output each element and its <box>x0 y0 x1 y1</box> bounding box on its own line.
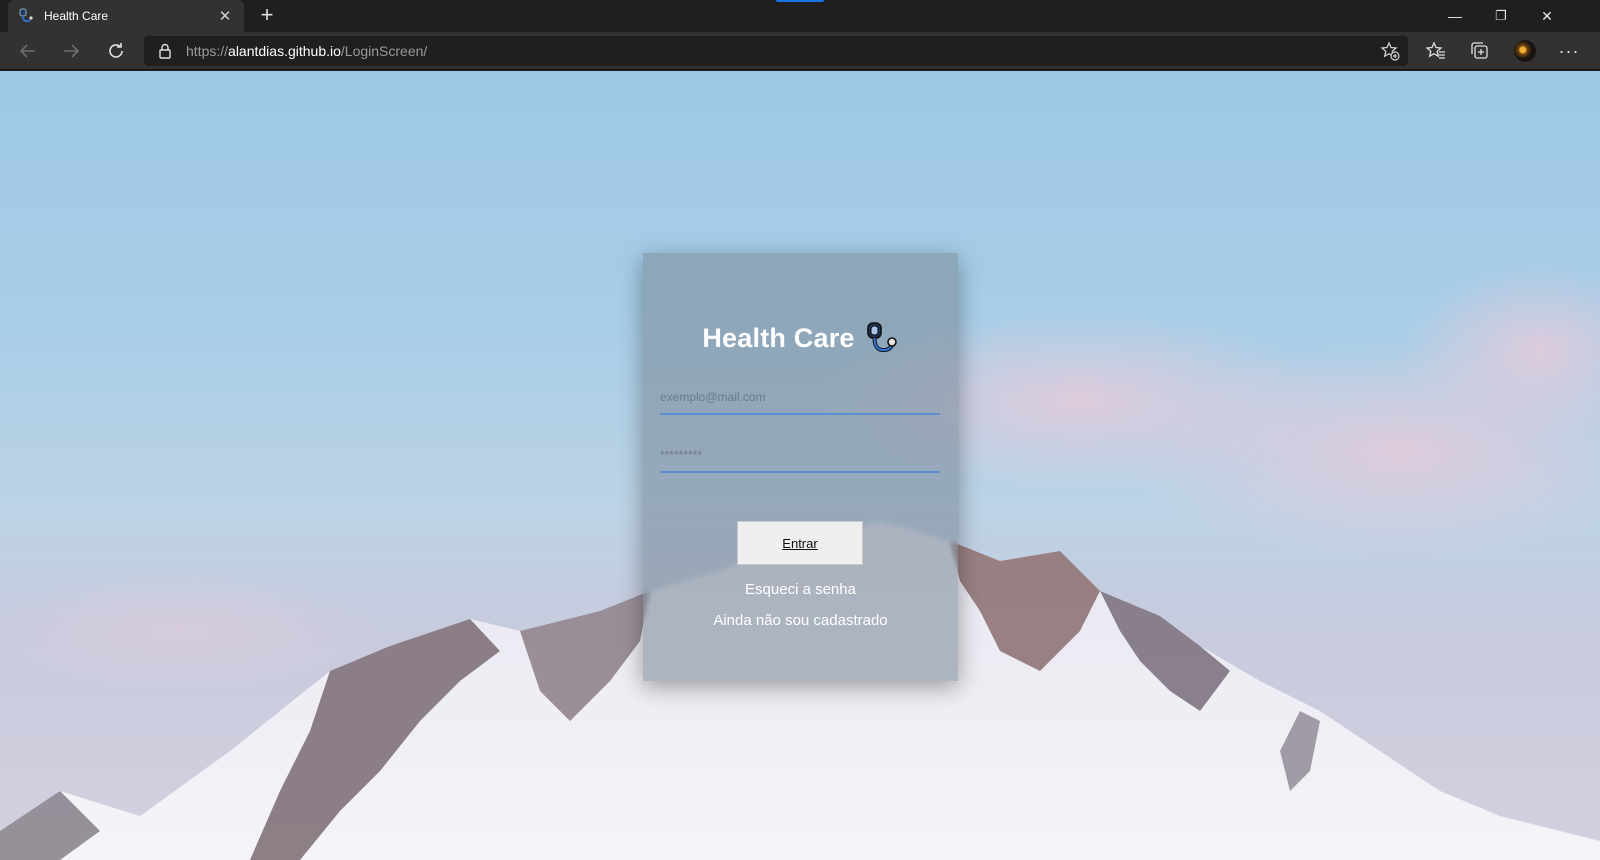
lock-icon[interactable] <box>158 43 172 59</box>
address-bar[interactable]: https://alantdias.github.io/LoginScreen/ <box>144 36 1408 66</box>
collections-icon <box>1471 42 1488 59</box>
url-host: alantdias.github.io <box>228 43 341 59</box>
app-title: Health Care <box>702 322 855 353</box>
more-icon[interactable]: ··· <box>1554 36 1584 66</box>
login-header: Health Care <box>643 321 958 355</box>
browser-title-bar: Health Care ✕ + — ❐ ✕ <box>0 0 1600 32</box>
close-window-button[interactable]: ✕ <box>1524 0 1570 32</box>
arrow-left-icon <box>19 44 35 58</box>
tab-title: Health Care <box>44 9 109 23</box>
favorites-icon <box>1426 41 1445 59</box>
collections-button[interactable] <box>1465 36 1495 66</box>
back-button[interactable] <box>13 36 43 66</box>
new-tab-button[interactable]: + <box>254 3 280 29</box>
accent-indicator <box>776 0 824 2</box>
refresh-icon <box>109 43 123 58</box>
reload-button[interactable] <box>101 36 131 66</box>
avatar <box>1514 40 1536 62</box>
profile-button[interactable] <box>1510 36 1540 66</box>
star-add-icon[interactable] <box>1380 41 1400 61</box>
login-button[interactable]: Entrar <box>737 521 863 565</box>
browser-tab[interactable]: Health Care ✕ <box>8 0 244 32</box>
restore-button[interactable]: ❐ <box>1478 0 1524 32</box>
url-text[interactable]: https://alantdias.github.io/LoginScreen/ <box>186 43 427 59</box>
login-card: Health Care Entrar Esqueci a senha Ainda… <box>643 253 958 681</box>
minimize-button[interactable]: — <box>1432 0 1478 32</box>
tab-close-icon[interactable]: ✕ <box>216 7 234 25</box>
register-link[interactable]: Ainda não sou cadastrado <box>643 612 958 629</box>
forward-button[interactable] <box>56 36 86 66</box>
url-scheme: https:// <box>186 43 229 59</box>
stethoscope-icon <box>865 321 899 355</box>
stethoscope-icon <box>18 8 34 24</box>
arrow-right-icon <box>64 44 80 58</box>
favorites-button[interactable] <box>1421 36 1451 66</box>
page-viewport: Health Care Entrar Esqueci a senha Ainda… <box>0 71 1600 860</box>
email-field[interactable] <box>660 385 940 415</box>
forgot-password-link[interactable]: Esqueci a senha <box>643 581 958 598</box>
browser-toolbar: https://alantdias.github.io/LoginScreen/… <box>0 32 1600 70</box>
password-field[interactable] <box>660 443 940 473</box>
url-path: /LoginScreen/ <box>340 43 428 59</box>
